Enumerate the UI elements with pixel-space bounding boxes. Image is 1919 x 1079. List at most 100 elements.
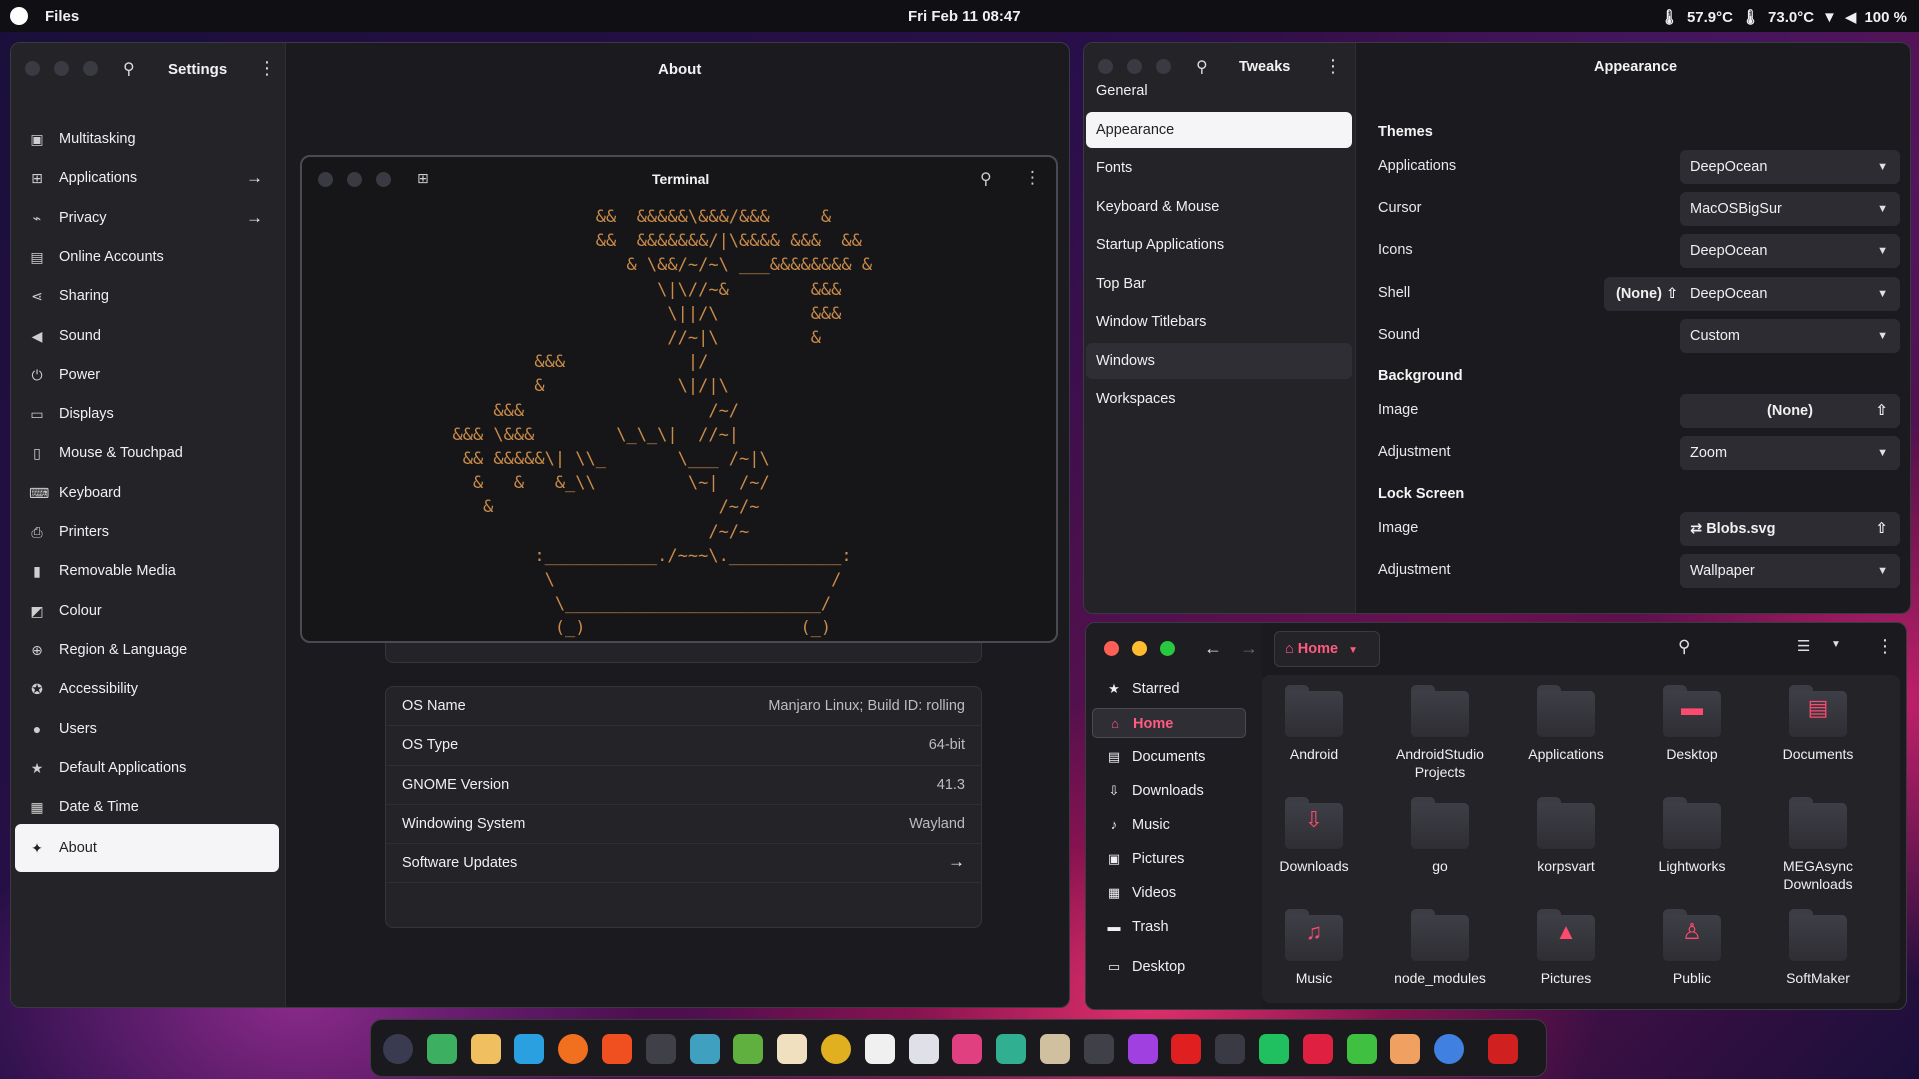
chrome-icon[interactable] [821, 1034, 851, 1064]
shotwell-icon[interactable] [996, 1034, 1027, 1064]
monster-icon[interactable] [1171, 1034, 1202, 1064]
tweaks-item-window-titlebars[interactable]: Window Titlebars [1086, 304, 1352, 340]
sidebar-item-home[interactable]: ⌂ Home [1092, 708, 1246, 738]
back-icon[interactable]: ← [1204, 638, 1222, 659]
tweaks-item-top-bar[interactable]: Top Bar [1086, 266, 1352, 302]
dropdown[interactable]: DeepOcean ▼ [1680, 234, 1900, 269]
settings-icon[interactable] [1434, 1034, 1465, 1064]
folder-item[interactable]: Lightworks [1632, 797, 1752, 875]
sidebar-item-downloads[interactable]: ⇩ Downloads [1092, 776, 1246, 806]
folder-item[interactable]: ▲ Pictures [1506, 909, 1626, 987]
sidebar-item-about[interactable]: ✦ About [15, 824, 279, 873]
dropdown[interactable]: DeepOcean ▼ [1680, 276, 1900, 311]
close-button[interactable] [1098, 59, 1113, 74]
folder-item[interactable]: go [1380, 797, 1500, 875]
screenshot-icon[interactable] [1215, 1034, 1246, 1064]
brave-icon[interactable] [602, 1034, 632, 1064]
folder-item[interactable]: ▤ Documents [1758, 685, 1878, 763]
maximize-button[interactable] [1160, 641, 1175, 656]
forward-icon[interactable]: → [1240, 638, 1258, 659]
sidebar-item-pictures[interactable]: ▣ Pictures [1092, 844, 1246, 874]
folder-item[interactable]: ♫ Music [1254, 909, 1374, 987]
folder-item[interactable]: node_modules [1380, 909, 1500, 987]
search-icon[interactable]: ⚲ [980, 169, 992, 189]
minimize-button[interactable] [1132, 641, 1147, 656]
close-button[interactable] [318, 172, 333, 187]
view-options-icon[interactable]: ▼ [1831, 639, 1841, 650]
telegram-icon[interactable] [514, 1034, 545, 1064]
files-icon[interactable] [470, 1034, 501, 1064]
firefox-icon[interactable] [558, 1034, 589, 1064]
tweaks-item-general[interactable]: General [1086, 73, 1352, 109]
sidebar-item-desktop[interactable]: ▭ Desktop [1092, 952, 1246, 982]
new-tab-icon[interactable]: ⊞ [417, 170, 429, 187]
tweaks-item-workspaces[interactable]: Workspaces [1086, 381, 1352, 417]
sidebar-item-videos[interactable]: ▦ Videos [1092, 878, 1246, 908]
folder-item[interactable]: ▬ Desktop [1632, 685, 1752, 763]
sidebar-item-documents[interactable]: ▤ Documents [1092, 742, 1246, 772]
folder-item[interactable]: AndroidStudio Projects [1380, 685, 1500, 781]
instagram-icon[interactable] [952, 1034, 983, 1064]
file-chooser-button[interactable]: (None) ⇧ [1680, 394, 1900, 428]
maximize-button[interactable] [376, 172, 391, 187]
sidebar-item-trash[interactable]: ▬ Trash [1092, 912, 1246, 942]
file-chooser-button[interactable]: ⇄ Blobs.svg ⇧ [1680, 512, 1900, 546]
folder-item[interactable]: Android [1254, 685, 1374, 763]
puzzle-icon[interactable] [1346, 1034, 1377, 1064]
status-area[interactable]: 🌡 57.9°C 🌡 73.0°C ▼ ◀ 100 % [1660, 8, 1907, 27]
dropdown[interactable]: Wallpaper ▼ [1680, 554, 1900, 588]
active-app-label[interactable]: Files [45, 8, 79, 25]
tweaks-item-fonts[interactable]: Fonts [1086, 150, 1352, 186]
text-editor-icon[interactable] [689, 1034, 720, 1064]
search-icon[interactable]: ⚲ [1678, 637, 1690, 657]
folder-item[interactable]: SoftMaker [1758, 909, 1878, 987]
menu-icon[interactable]: ⋮ [1024, 168, 1041, 188]
search-icon[interactable]: ⚲ [123, 59, 135, 79]
close-button[interactable] [25, 61, 40, 76]
folder-item[interactable]: ⇩ Downloads [1254, 797, 1374, 875]
android-studio-icon[interactable] [733, 1034, 764, 1064]
github-icon[interactable] [1083, 1034, 1114, 1064]
dropdown[interactable]: DeepOcean ▼ [1680, 150, 1900, 184]
location-button[interactable]: ⌂ Home ▼ [1274, 631, 1380, 667]
menu-icon[interactable]: ⋮ [258, 58, 276, 79]
calculator-icon[interactable] [426, 1034, 457, 1064]
notes-icon[interactable] [777, 1034, 808, 1064]
folder-item[interactable]: ♙ Public [1632, 909, 1752, 987]
trash-icon[interactable] [1488, 1034, 1518, 1064]
folder-item[interactable]: korpsvart [1506, 797, 1626, 875]
minimize-button[interactable] [347, 172, 362, 187]
menu-icon[interactable]: ⋮ [1876, 636, 1894, 657]
tweaks-item-appearance[interactable]: Appearance [1086, 111, 1352, 148]
dropdown[interactable]: Zoom ▼ [1680, 436, 1900, 470]
office-icon[interactable] [1390, 1034, 1421, 1064]
shell-file-button[interactable]: (None) ⇧ [1604, 276, 1691, 311]
tweaks-item-startup-applications[interactable]: Startup Applications [1086, 227, 1352, 263]
figma-icon[interactable] [1127, 1034, 1158, 1064]
maximize-button[interactable] [83, 61, 98, 76]
tweaks-item-windows[interactable]: Windows [1086, 342, 1352, 379]
folder-item[interactable]: MEGAsync Downloads [1758, 797, 1878, 893]
minimize-button[interactable] [54, 61, 69, 76]
dropdown[interactable]: Custom ▼ [1680, 318, 1900, 353]
close-button[interactable] [1104, 641, 1119, 656]
sidebar-item-music[interactable]: ♪ Music [1092, 810, 1246, 840]
folder-item[interactable]: Applications [1506, 685, 1626, 763]
mail-icon[interactable] [864, 1034, 895, 1064]
spotify-icon[interactable] [1259, 1034, 1289, 1064]
dropdown[interactable]: MacOSBigSur ▼ [1680, 192, 1900, 227]
tweaks-item-keyboard-mouse[interactable]: Keyboard & Mouse [1086, 189, 1352, 225]
clock[interactable]: Fri Feb 11 08:47 [908, 8, 1021, 25]
view-list-icon[interactable]: ☰ [1797, 637, 1810, 655]
news-icon[interactable] [908, 1034, 939, 1064]
activities-icon[interactable] [10, 7, 28, 25]
about-row[interactable]: Software Updates → [386, 844, 981, 884]
sidebar-item-starred[interactable]: ★ Starred [1092, 674, 1246, 704]
audio-icon[interactable] [1302, 1034, 1333, 1064]
terminal-output[interactable]: && &&&&&\&&&/&&& & && &&&&&&&/|\&&&& &&&… [432, 205, 1052, 638]
terminal-icon[interactable] [645, 1034, 676, 1064]
app-menu-icon[interactable] [383, 1034, 413, 1064]
gimp-icon[interactable] [1040, 1034, 1070, 1064]
minimize-button[interactable] [1127, 59, 1142, 74]
maximize-button[interactable] [1156, 59, 1171, 74]
